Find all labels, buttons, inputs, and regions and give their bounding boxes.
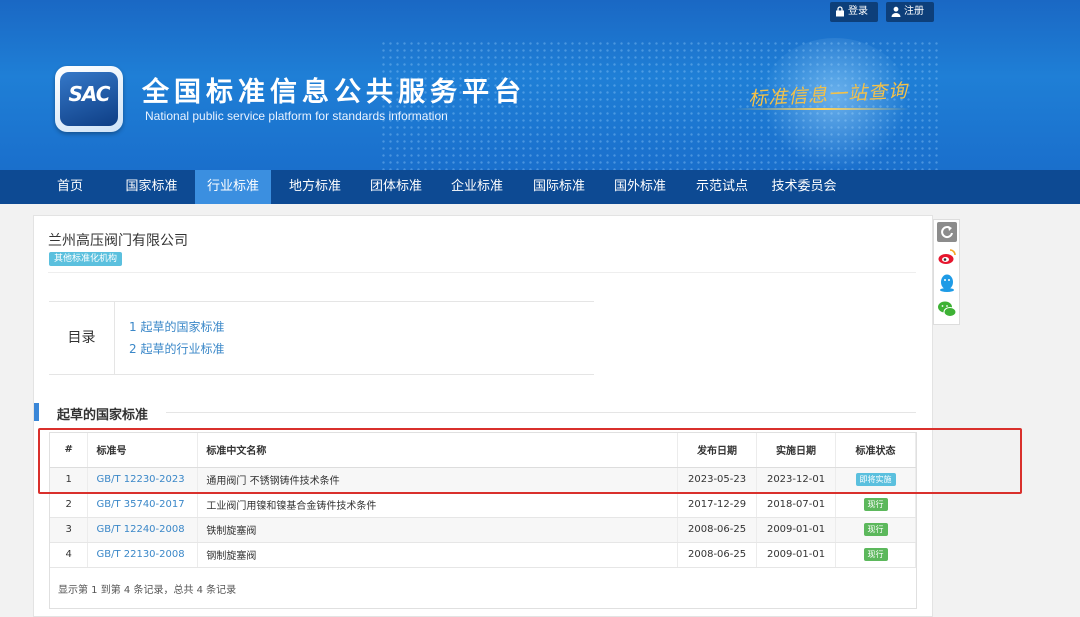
row-index: 2 <box>50 492 89 518</box>
login-label: 登录 <box>848 6 868 17</box>
nav-item-international[interactable]: 国际标准 <box>522 170 596 204</box>
standard-code-link[interactable]: GB/T 35740-2017 <box>96 499 184 510</box>
sac-logo[interactable]: SAC <box>55 66 123 132</box>
nav-item-group[interactable]: 团体标准 <box>359 170 433 204</box>
publish-date: 2017-12-29 <box>677 492 758 518</box>
standard-code-link[interactable]: GB/T 22130-2008 <box>96 549 184 560</box>
nav-item-national[interactable]: 国家标准 <box>113 170 190 204</box>
table-row: 3 GB/T 12240-2008 铁制旋塞阀 2008-06-25 2009-… <box>50 517 916 543</box>
toc-link-national[interactable]: 1 起草的国家标准 <box>129 318 224 335</box>
row-code-cell: GB/T 22130-2008 <box>87 542 199 568</box>
nav-item-pilot[interactable]: 示范试点 <box>685 170 759 204</box>
lock-icon <box>836 6 844 17</box>
site-title-cn: 全国标准信息公共服务平台 <box>142 77 526 108</box>
row-status-cell: 现行 <box>835 492 916 518</box>
standard-name: 工业阀门用镍和镍基合金铸件技术条件 <box>197 492 679 518</box>
org-name: 兰州高压阀门有限公司 <box>48 233 188 249</box>
section-accent-bar <box>34 403 39 421</box>
row-index: 3 <box>50 517 89 543</box>
nav-item-enterprise[interactable]: 企业标准 <box>440 170 514 204</box>
wechat-icon[interactable] <box>937 299 957 319</box>
logo-text: SAC <box>68 82 111 106</box>
register-button[interactable]: 注册 <box>886 2 934 22</box>
site-title-en: National public service platform for sta… <box>145 109 448 123</box>
org-type-badge: 其他标准化机构 <box>49 252 123 266</box>
divider <box>48 272 916 273</box>
implement-date: 2018-07-01 <box>756 492 836 518</box>
nav-item-local[interactable]: 地方标准 <box>278 170 352 204</box>
row-status-cell: 现行 <box>835 517 916 543</box>
standard-code-link[interactable]: GB/T 12240-2008 <box>96 524 184 535</box>
status-badge: 现行 <box>863 548 888 561</box>
row-index: 4 <box>50 542 89 568</box>
row-code-cell: GB/T 12240-2008 <box>87 517 199 543</box>
toc-link-industry[interactable]: 2 起草的行业标准 <box>129 340 224 357</box>
standard-name: 钢制旋塞阀 <box>197 542 679 568</box>
nav-item-committee[interactable]: 技术委员会 <box>764 170 844 204</box>
status-badge: 现行 <box>863 523 888 536</box>
share-sidebar <box>933 219 960 325</box>
row-status-cell: 现行 <box>835 542 916 568</box>
toc-label: 目录 <box>49 302 115 374</box>
section-divider <box>166 412 916 413</box>
nav-item-industry[interactable]: 行业标准 <box>195 170 271 204</box>
main-nav: 首页 国家标准 行业标准 地方标准 团体标准 企业标准 国际标准 国外标准 示范… <box>0 170 1080 204</box>
weibo-icon[interactable] <box>937 247 957 267</box>
register-label: 注册 <box>904 6 924 17</box>
publish-date: 2008-06-25 <box>677 517 758 543</box>
login-button[interactable]: 登录 <box>830 2 878 22</box>
slogan-underline <box>735 108 910 110</box>
implement-date: 2009-01-01 <box>756 517 836 543</box>
publish-date: 2008-06-25 <box>677 542 758 568</box>
pagination-summary: 显示第 1 到第 4 条记录，总共 4 条记录 <box>58 585 237 596</box>
nav-item-foreign[interactable]: 国外标准 <box>603 170 677 204</box>
qq-icon[interactable] <box>937 273 957 293</box>
user-icon <box>891 6 901 17</box>
section-title: 起草的国家标准 <box>57 408 149 423</box>
status-badge: 现行 <box>863 498 888 511</box>
site-header: 登录 注册 SAC 全国标准信息公共服务平台 National public s… <box>0 0 1080 170</box>
implement-date: 2009-01-01 <box>756 542 836 568</box>
share-icon[interactable] <box>937 222 957 242</box>
table-row: 2 GB/T 35740-2017 工业阀门用镍和镍基合金铸件技术条件 2017… <box>50 492 916 518</box>
table-row: 4 GB/T 22130-2008 钢制旋塞阀 2008-06-25 2009-… <box>50 542 916 568</box>
highlight-annotation-box <box>38 428 1022 494</box>
table-of-contents: 目录 1 起草的国家标准 2 起草的行业标准 <box>49 301 594 375</box>
nav-item-home[interactable]: 首页 <box>44 170 96 204</box>
row-code-cell: GB/T 35740-2017 <box>87 492 199 518</box>
standard-name: 铁制旋塞阀 <box>197 517 679 543</box>
